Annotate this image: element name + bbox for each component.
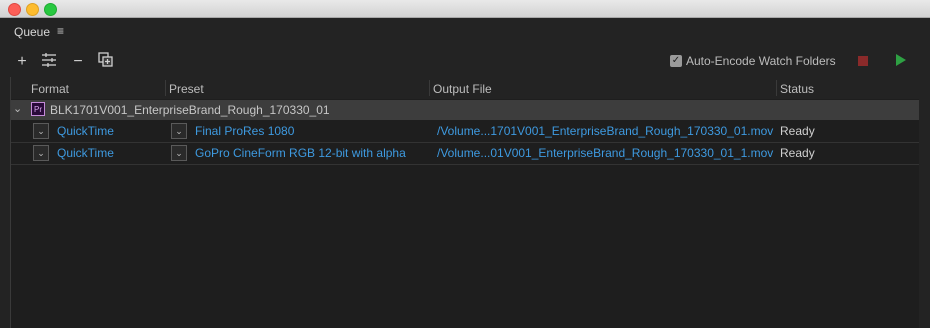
add-source-icon[interactable]: + [14, 52, 30, 72]
maximize-window-button[interactable] [44, 3, 57, 16]
settings-icon[interactable] [40, 52, 58, 72]
preset-dropdown-icon[interactable]: ⌄ [171, 123, 187, 139]
column-divider[interactable] [776, 80, 777, 96]
auto-encode-checkbox[interactable]: ✓ [670, 55, 682, 67]
queue-panel: Queue ≡ + − ✓ Auto-Encode Watch Folders … [0, 18, 930, 328]
duplicate-icon[interactable] [97, 52, 115, 72]
status-text: Ready [780, 124, 815, 138]
column-header-preset[interactable]: Preset [169, 82, 204, 96]
queue-toolbar: + − ✓ Auto-Encode Watch Folders [0, 48, 930, 76]
output-file-link[interactable]: /Volume...1701V001_EnterpriseBrand_Rough… [437, 124, 773, 138]
status-text: Ready [780, 146, 815, 160]
table-row[interactable]: ⌄ QuickTime ⌄ Final ProRes 1080 /Volume.… [11, 121, 919, 143]
panel-menu-icon[interactable]: ≡ [57, 24, 64, 38]
column-divider[interactable] [165, 80, 166, 96]
table-row[interactable]: ⌄ QuickTime ⌄ GoPro CineForm RGB 12-bit … [11, 143, 919, 165]
auto-encode-label: Auto-Encode Watch Folders [686, 54, 836, 68]
column-header-row: Format Preset Output File Status [11, 77, 919, 99]
column-header-output-file[interactable]: Output File [433, 82, 492, 96]
output-file-link[interactable]: /Volume...01V001_EnterpriseBrand_Rough_1… [437, 146, 773, 160]
preset-dropdown-icon[interactable]: ⌄ [171, 145, 187, 161]
format-link[interactable]: QuickTime [57, 124, 114, 138]
format-link[interactable]: QuickTime [57, 146, 114, 160]
minimize-window-button[interactable] [26, 3, 39, 16]
close-window-button[interactable] [8, 3, 21, 16]
panel-title: Queue [14, 25, 51, 39]
format-dropdown-icon[interactable]: ⌄ [33, 145, 49, 161]
stop-icon[interactable] [858, 56, 868, 66]
source-name: BLK1701V001_EnterpriseBrand_Rough_170330… [50, 103, 330, 117]
chevron-down-icon[interactable]: ⌄ [13, 102, 22, 115]
panel-header: Queue ≡ [0, 18, 930, 46]
queue-table: Format Preset Output File Status ⌄ Pr BL… [10, 77, 919, 328]
remove-icon[interactable]: − [70, 52, 86, 72]
format-dropdown-icon[interactable]: ⌄ [33, 123, 49, 139]
premiere-project-icon: Pr [31, 102, 45, 116]
play-icon[interactable] [896, 54, 906, 69]
column-divider[interactable] [429, 80, 430, 96]
source-group-row[interactable]: ⌄ Pr BLK1701V001_EnterpriseBrand_Rough_1… [11, 100, 919, 120]
column-header-status[interactable]: Status [780, 82, 814, 96]
preset-link[interactable]: GoPro CineForm RGB 12-bit with alpha [195, 146, 406, 160]
column-header-format[interactable]: Format [31, 82, 69, 96]
window-titlebar [0, 0, 930, 18]
preset-link[interactable]: Final ProRes 1080 [195, 124, 294, 138]
